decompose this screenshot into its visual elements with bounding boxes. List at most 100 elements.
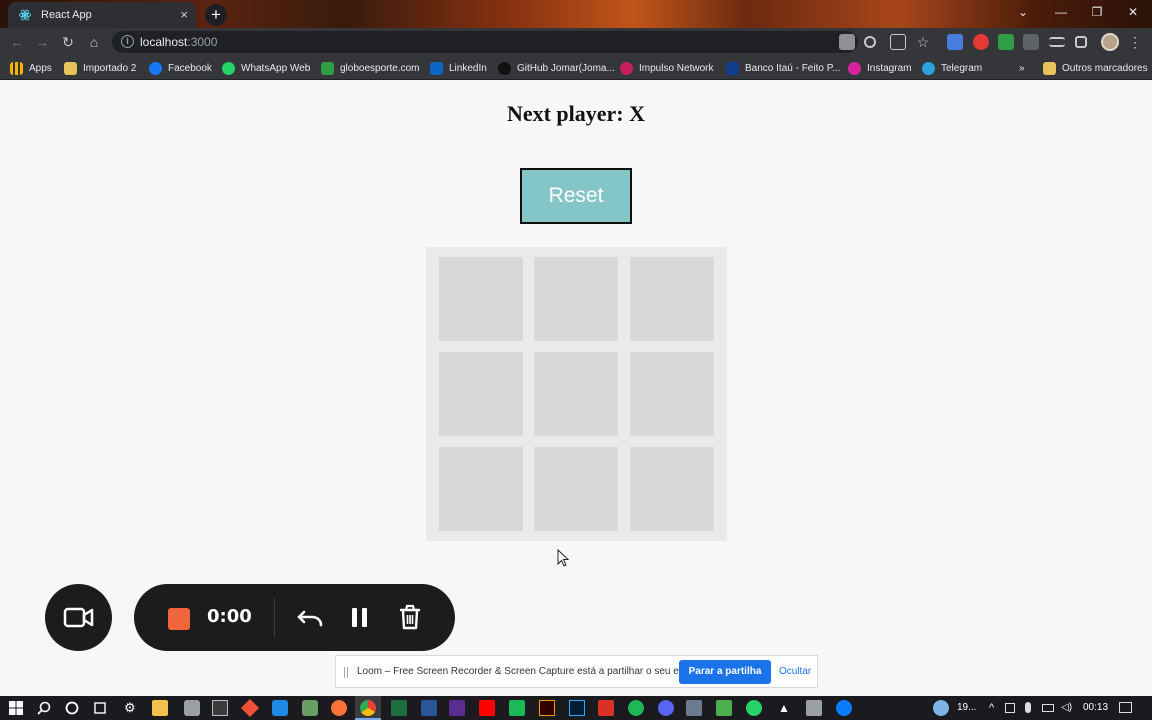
search-icon[interactable] (36, 700, 52, 716)
app-blue-icon[interactable] (836, 700, 852, 716)
bookmark-star-icon[interactable]: ☆ (915, 34, 931, 50)
translate-extension-icon[interactable] (947, 34, 963, 50)
pause-icon[interactable] (346, 604, 374, 632)
bookmarks-overflow-button[interactable]: » (1019, 60, 1025, 76)
bookmark-globoesporte[interactable]: globoesporte.com (321, 60, 420, 76)
restore-icon[interactable]: ❐ (1078, 0, 1116, 28)
node-icon[interactable] (302, 700, 318, 716)
weather-icon[interactable] (933, 700, 949, 716)
firefox-icon[interactable] (331, 700, 347, 716)
chrome-taskbar-button[interactable] (355, 696, 381, 720)
app-icon[interactable] (716, 700, 732, 716)
drag-handle-icon[interactable] (344, 667, 348, 678)
adblock-extension-icon[interactable] (973, 34, 989, 50)
bookmark-other-folder[interactable]: Outros marcadores (1043, 60, 1148, 76)
settings-gear-icon[interactable]: ⚙ (124, 700, 140, 716)
bookmark-instagram[interactable]: Instagram (848, 60, 911, 76)
board-cell[interactable] (630, 447, 714, 531)
board-cell[interactable] (439, 352, 523, 436)
network-icon[interactable] (1042, 704, 1054, 712)
visual-studio-icon[interactable] (449, 700, 465, 716)
tab-close-icon[interactable]: × (180, 7, 188, 22)
app-gray-icon[interactable] (806, 700, 822, 716)
instagram-icon (848, 61, 861, 75)
zoom-icon[interactable] (864, 36, 876, 48)
new-tab-button[interactable]: + (205, 4, 227, 26)
microphone-icon[interactable] (1025, 702, 1031, 713)
tab-search-icon[interactable]: ⌄ (1004, 0, 1042, 28)
file-explorer-icon[interactable] (152, 700, 168, 716)
globoesporte-icon (321, 61, 334, 75)
youtube-icon[interactable] (479, 700, 495, 716)
bookmark-github[interactable]: GitHub Jomar(Joma... (498, 60, 615, 76)
video-camera-icon (63, 607, 94, 628)
extensions-puzzle-icon[interactable] (1023, 34, 1039, 50)
board-cell[interactable] (534, 447, 618, 531)
trash-icon[interactable] (396, 603, 424, 631)
clock[interactable]: 00:13 (1083, 702, 1108, 713)
terminal-icon[interactable] (212, 700, 228, 716)
board-cell[interactable] (439, 257, 523, 341)
cortana-icon[interactable] (64, 700, 80, 716)
side-panel-icon[interactable] (1075, 36, 1087, 48)
word-icon[interactable] (421, 700, 437, 716)
menu-kebab-icon[interactable]: ⋮ (1127, 34, 1143, 50)
photoshop-icon[interactable] (569, 700, 585, 716)
tab-react-app[interactable]: React App × (8, 2, 196, 28)
discord-icon[interactable] (658, 700, 674, 716)
camera-toggle-button[interactable] (45, 584, 112, 651)
whatsapp-icon (222, 61, 235, 75)
bookmark-facebook[interactable]: Facebook (149, 60, 212, 76)
bookmark-apps[interactable]: Apps (10, 60, 52, 76)
app-green-icon[interactable] (509, 700, 525, 716)
media-control-icon[interactable] (1049, 37, 1065, 47)
extension-green-icon[interactable] (998, 34, 1014, 50)
vscode-icon[interactable] (272, 700, 288, 716)
whatsapp-taskbar-icon[interactable] (746, 700, 762, 716)
bookmark-folder-importado[interactable]: Importado 2 (64, 60, 136, 76)
board-cell[interactable] (630, 352, 714, 436)
impulso-icon (620, 61, 633, 75)
reload-icon[interactable]: ↻ (60, 34, 76, 50)
bookmark-whatsapp[interactable]: WhatsApp Web (222, 60, 310, 76)
illustrator-icon[interactable] (539, 700, 555, 716)
windows-start-icon[interactable] (8, 700, 24, 716)
folder-icon (64, 61, 77, 75)
address-bar[interactable]: i localhost:3000 (112, 31, 858, 53)
undo-icon[interactable] (296, 604, 324, 632)
stop-recording-button[interactable] (168, 608, 190, 630)
notification-center-icon[interactable] (1119, 702, 1132, 713)
reset-button[interactable]: Reset (520, 168, 632, 224)
security-shield-icon[interactable] (184, 700, 200, 716)
remote-desktop-icon[interactable] (686, 700, 702, 716)
spotify-icon[interactable] (628, 700, 644, 716)
tray-app-icon[interactable] (1005, 703, 1015, 713)
bookmark-impulso[interactable]: Impulso Network (620, 60, 713, 76)
bookmark-banco-itau[interactable]: Banco Itaú - Feito P... (726, 60, 840, 76)
excel-icon[interactable] (391, 700, 407, 716)
bookmark-telegram[interactable]: Telegram (922, 60, 982, 76)
board-cell[interactable] (534, 257, 618, 341)
home-icon[interactable]: ⌂ (86, 34, 102, 50)
weather-temperature[interactable]: 19... (957, 702, 976, 713)
volume-icon[interactable]: ◁) (1061, 702, 1072, 713)
hide-link[interactable]: Ocultar (779, 666, 811, 677)
stop-sharing-button[interactable]: Parar a partilha (679, 660, 771, 684)
up-arrow-icon[interactable]: ▲ (776, 700, 792, 716)
bookmark-linkedin[interactable]: LinkedIn (430, 60, 487, 76)
board-cell[interactable] (534, 352, 618, 436)
share-icon[interactable] (890, 34, 906, 50)
git-icon[interactable] (240, 698, 260, 718)
board-cell[interactable] (439, 447, 523, 531)
pdf-reader-icon[interactable] (598, 700, 614, 716)
camera-blocked-icon[interactable] (839, 34, 855, 50)
task-view-icon[interactable] (92, 700, 108, 716)
minimize-icon[interactable]: — (1042, 0, 1080, 28)
forward-icon[interactable]: → (34, 34, 50, 50)
back-icon[interactable]: ← (9, 34, 25, 50)
profile-avatar[interactable] (1101, 33, 1119, 51)
close-window-icon[interactable]: ✕ (1114, 0, 1152, 28)
site-info-icon[interactable]: i (121, 35, 134, 48)
tray-chevron-icon[interactable]: ^ (989, 702, 994, 714)
board-cell[interactable] (630, 257, 714, 341)
